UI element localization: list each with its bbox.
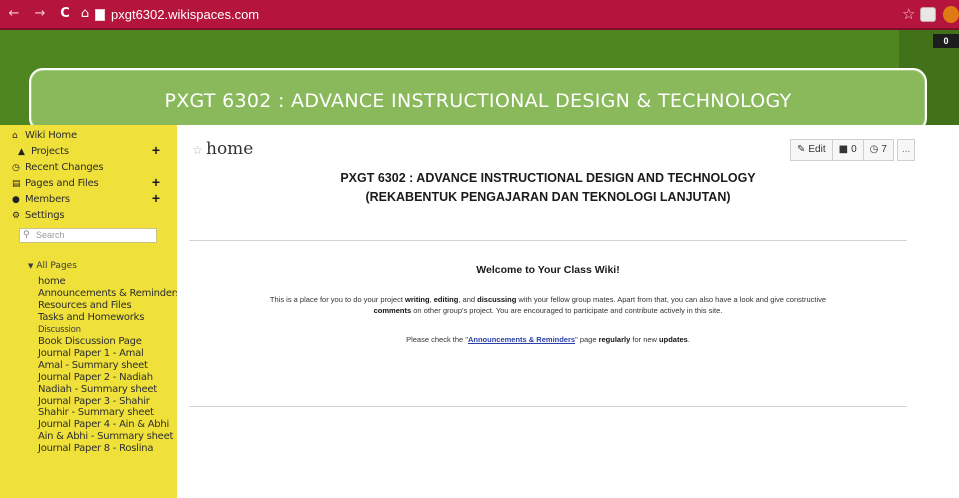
text-span: This is a place for you to do your proje… <box>269 295 405 304</box>
bold-span: updates <box>659 335 688 344</box>
bold-span: regularly <box>598 335 631 344</box>
opera-extension-icon[interactable] <box>943 6 959 23</box>
text-span: . <box>687 335 690 344</box>
search-icon: ⚲ <box>23 230 30 240</box>
address-bar[interactable]: pxgt6302.wikispaces.com <box>95 6 259 24</box>
page-title: home <box>206 139 254 159</box>
sidebar-item-label: Pages and Files <box>25 178 99 189</box>
all-pages-toggle[interactable]: ▼ All Pages <box>28 260 77 272</box>
triangle-down-icon: ▼ <box>28 262 34 270</box>
intro-paragraph: This is a place for you to do your proje… <box>177 294 919 316</box>
sidebar-page-link[interactable]: Journal Paper 8 - Roslina <box>38 443 153 455</box>
home-icon: ⌂ <box>12 131 18 141</box>
course-heading: PXGT 6302 : ADVANCE INSTRUCTIONAL DESIGN… <box>340 171 756 185</box>
bold-span: writing <box>405 295 430 304</box>
text-span: " page <box>575 335 599 344</box>
bold-span: comments <box>373 306 412 315</box>
course-subheading: (REKABENTUK PENGAJARAN DAN TEKNOLOGI LAN… <box>365 190 731 204</box>
pencil-icon: ✎ <box>797 144 806 155</box>
page-icon <box>95 9 105 21</box>
more-button[interactable]: ... <box>896 139 916 161</box>
edit-label: Edit <box>808 144 826 155</box>
sidebar-page-link[interactable]: Journal Paper 2 - Nadiah <box>38 372 153 384</box>
page-toolbar: ✎ Edit ■ 0 ◷ 7 ... <box>790 139 916 161</box>
sidebar-item-label: Recent Changes <box>25 162 104 173</box>
site-header: 0 PXGT 6302 : ADVANCE INSTRUCTIONAL DESI… <box>0 30 959 132</box>
search-input[interactable]: ⚲ Search <box>19 228 157 243</box>
sidebar-page-link[interactable]: Ain & Abhi - Summary sheet <box>38 431 173 443</box>
history-button[interactable]: ◷ 7 <box>862 139 894 161</box>
sidebar-item-pages-and-files[interactable]: ▤ Pages and Files <box>12 177 99 191</box>
comments-button[interactable]: ■ 0 <box>831 139 864 161</box>
history-count: 7 <box>881 144 887 155</box>
site-title: PXGT 6302 : ADVANCE INSTRUCTIONAL DESIGN… <box>164 90 792 112</box>
bookmark-star-icon[interactable]: ☆ <box>902 6 915 22</box>
sidebar-page-link[interactable]: Nadiah - Summary sheet <box>38 384 157 396</box>
sidebar-item-label: Settings <box>25 210 65 221</box>
clock-icon: ◷ <box>12 163 20 173</box>
sidebar-item-projects[interactable]: ▲ Projects <box>18 145 69 159</box>
announcements-link[interactable]: Announcements & Reminders <box>468 335 575 344</box>
sidebar-item-members[interactable]: ● Members <box>12 193 70 207</box>
sidebar-item-wiki-home[interactable]: ⌂ Wiki Home <box>12 129 77 143</box>
clock-icon: ◷ <box>869 144 879 155</box>
comment-icon: ■ <box>838 144 849 155</box>
divider <box>189 406 907 407</box>
url-text: pxgt6302.wikispaces.com <box>111 7 260 22</box>
browser-toolbar: ← → C ⌂ pxgt6302.wikispaces.com ☆ <box>0 0 959 30</box>
forward-arrow-icon[interactable]: → <box>32 6 48 22</box>
sidebar-page-link[interactable]: home <box>38 276 66 288</box>
sidebar-item-recent-changes[interactable]: ◷ Recent Changes <box>12 161 104 175</box>
reminder-paragraph: Please check the "Announcements & Remind… <box>177 334 919 345</box>
comments-count: 0 <box>851 144 857 155</box>
text-span: with your fellow group mates. Apart from… <box>516 295 827 304</box>
sidebar-page-link[interactable]: Resources and Files <box>38 300 132 312</box>
all-pages-label: All Pages <box>36 261 77 271</box>
gear-icon: ⚙ <box>12 211 20 221</box>
notification-badge[interactable]: 0 <box>933 34 959 48</box>
favorite-star-icon[interactable]: ☆ <box>192 143 203 157</box>
bold-span: editing <box>433 295 459 304</box>
bold-span: discussing <box>477 295 517 304</box>
sidebar-page-link[interactable]: Book Discussion Page <box>38 336 142 348</box>
sidebar-page-link[interactable]: Amal - Summary sheet <box>38 360 148 372</box>
add-page-button[interactable]: + <box>150 175 162 190</box>
sidebar-page-link[interactable]: Journal Paper 1 - Amal <box>38 348 144 360</box>
home-icon[interactable]: ⌂ <box>77 6 93 22</box>
files-icon: ▤ <box>12 179 21 189</box>
sidebar-page-link[interactable]: Tasks and Homeworks <box>38 312 144 324</box>
reload-icon[interactable]: C <box>57 6 73 22</box>
sidebar-page-link[interactable]: Journal Paper 4 - Ain & Abhi <box>38 419 169 431</box>
text-span: Please check the " <box>406 335 468 344</box>
sidebar-item-label: Projects <box>31 146 69 157</box>
sidebar-page-link[interactable]: Shahir - Summary sheet <box>38 407 154 419</box>
text-span: , and <box>458 295 478 304</box>
add-member-button[interactable]: + <box>150 191 162 206</box>
members-icon: ● <box>12 195 20 205</box>
add-project-button[interactable]: + <box>150 143 162 158</box>
sidebar-page-link[interactable]: Announcements & Reminders <box>38 288 181 300</box>
extension-icon[interactable] <box>920 7 936 22</box>
sidebar-page-link[interactable]: Journal Paper 3 - Shahir <box>38 396 150 408</box>
text-span: on other group's project. You are encour… <box>411 306 723 315</box>
projects-icon: ▲ <box>18 147 25 157</box>
sidebar-item-label: Members <box>25 194 70 205</box>
edit-button[interactable]: ✎ Edit <box>790 139 833 161</box>
sidebar-page-link[interactable]: Discussion <box>38 324 81 336</box>
back-arrow-icon[interactable]: ← <box>6 6 22 22</box>
main-content: ☆ home ✎ Edit ■ 0 ◷ 7 ... PXGT 6302 : ADVAN… <box>177 125 959 498</box>
text-span: for new <box>630 335 660 344</box>
title-banner: PXGT 6302 : ADVANCE INSTRUCTIONAL DESIGN… <box>29 68 927 132</box>
sidebar-item-settings[interactable]: ⚙ Settings <box>12 209 65 223</box>
search-placeholder: Search <box>36 230 65 240</box>
welcome-heading: Welcome to Your Class Wiki! <box>476 264 620 276</box>
sidebar-item-label: Wiki Home <box>25 130 77 141</box>
divider <box>189 240 907 241</box>
